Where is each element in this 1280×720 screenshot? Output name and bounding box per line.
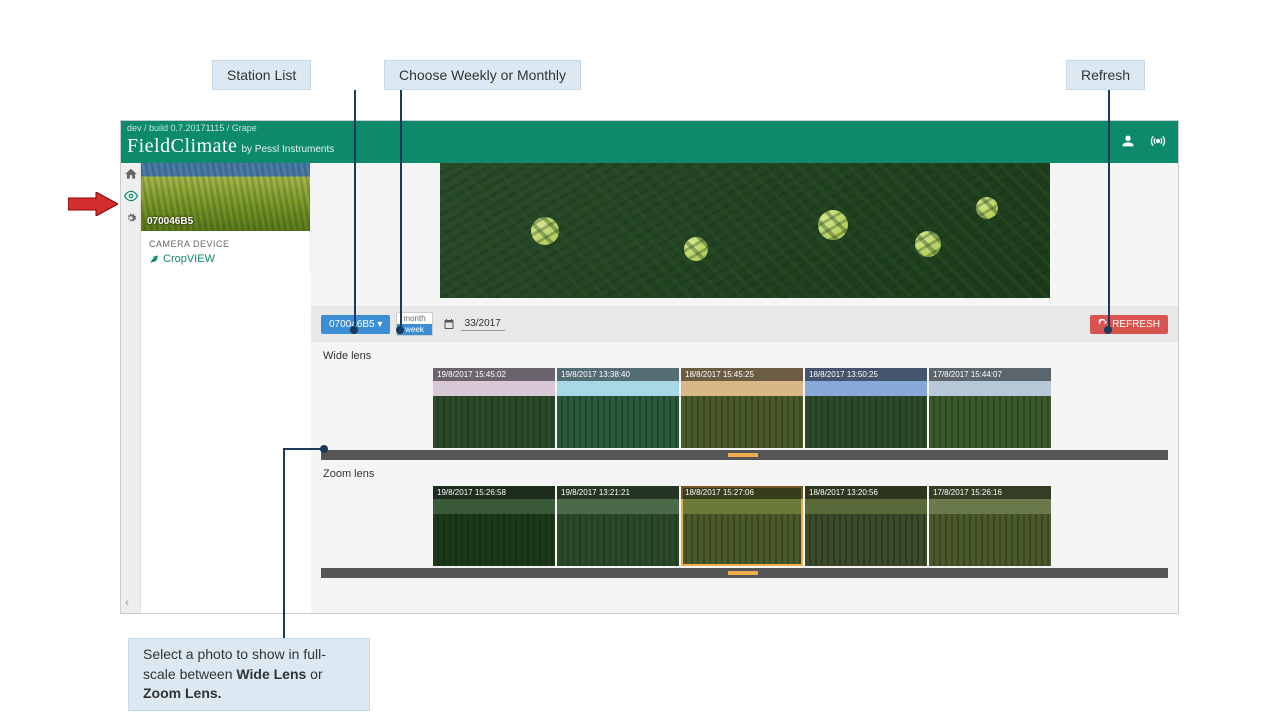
station-id-label: 070046B5 bbox=[147, 216, 193, 227]
breadcrumb: dev / build 0.7.20171115 / Grape bbox=[121, 121, 1178, 135]
station-hero-image[interactable]: 070046B5 bbox=[141, 163, 310, 231]
zoom-thumb-row: 19/8/2017 15:26:5819/8/2017 13:21:2118/8… bbox=[321, 486, 1168, 566]
main-content: 070046B5 ▾ month week 33/2017 REFRESH Wi… bbox=[311, 163, 1178, 613]
callout-line bbox=[400, 90, 402, 326]
photo-thumb[interactable]: 19/8/2017 15:26:58 bbox=[433, 486, 555, 566]
eye-icon[interactable] bbox=[124, 189, 138, 203]
app-window: dev / build 0.7.20171115 / Grape FieldCl… bbox=[120, 120, 1179, 614]
thumb-timestamp: 18/8/2017 13:20:56 bbox=[805, 486, 927, 499]
callout-dot bbox=[350, 326, 358, 334]
wide-scrollbar[interactable] bbox=[321, 450, 1168, 460]
user-icon[interactable] bbox=[1120, 133, 1136, 149]
thumb-timestamp: 19/8/2017 13:21:21 bbox=[557, 486, 679, 499]
photo-thumb[interactable]: 18/8/2017 15:45:25 bbox=[681, 368, 803, 448]
toggle-month[interactable]: month bbox=[397, 313, 431, 324]
callout-refresh: Refresh bbox=[1066, 60, 1145, 90]
callout-period: Choose Weekly or Monthly bbox=[384, 60, 581, 90]
callout-bold: Zoom Lens. bbox=[143, 685, 222, 701]
photo-thumb[interactable]: 19/8/2017 15:45:02 bbox=[433, 368, 555, 448]
callout-station-list: Station List bbox=[212, 60, 311, 90]
header-bar: dev / build 0.7.20171115 / Grape FieldCl… bbox=[121, 121, 1178, 163]
wide-lens-section: Wide lens 19/8/2017 15:45:0219/8/2017 13… bbox=[311, 342, 1178, 460]
station-panel: 070046B5 CAMERA DEVICE CropVIEW bbox=[141, 163, 311, 273]
callout-select-photo: Select a photo to show in full-scale bet… bbox=[128, 638, 370, 711]
photo-thumb[interactable]: 18/8/2017 13:20:56 bbox=[805, 486, 927, 566]
refresh-button[interactable]: REFRESH bbox=[1090, 315, 1168, 334]
leaf-icon bbox=[149, 254, 159, 264]
thumb-timestamp: 17/8/2017 15:44:07 bbox=[929, 368, 1051, 381]
main-photo[interactable] bbox=[440, 163, 1050, 298]
photo-thumb[interactable]: 19/8/2017 13:21:21 bbox=[557, 486, 679, 566]
left-sidebar: ‹ bbox=[121, 163, 141, 613]
thumb-timestamp: 19/8/2017 15:45:02 bbox=[433, 368, 555, 381]
red-arrow-icon bbox=[68, 192, 118, 216]
scrollbar-thumb[interactable] bbox=[728, 453, 758, 457]
app-logo: FieldClimate by Pessl Instruments bbox=[121, 135, 1178, 158]
thumb-timestamp: 17/8/2017 15:26:16 bbox=[929, 486, 1051, 499]
zoom-scrollbar[interactable] bbox=[321, 568, 1168, 578]
callout-bold: Wide Lens bbox=[236, 666, 306, 682]
logo-text: FieldClimate bbox=[127, 135, 237, 158]
thumb-timestamp: 19/8/2017 13:38:40 bbox=[557, 368, 679, 381]
photo-thumb[interactable]: 18/8/2017 15:27:06 bbox=[681, 486, 803, 566]
thumb-timestamp: 18/8/2017 15:27:06 bbox=[681, 486, 803, 499]
station-meta: CAMERA DEVICE CropVIEW bbox=[141, 231, 310, 273]
callout-text: or bbox=[306, 666, 322, 682]
thumb-timestamp: 18/8/2017 15:45:25 bbox=[681, 368, 803, 381]
callout-line bbox=[283, 448, 323, 450]
photo-thumb[interactable]: 18/8/2017 13:50:25 bbox=[805, 368, 927, 448]
callout-dot bbox=[320, 445, 328, 453]
callout-line bbox=[1108, 90, 1110, 326]
wide-thumb-row: 19/8/2017 15:45:0219/8/2017 13:38:4018/8… bbox=[321, 368, 1168, 448]
home-icon[interactable] bbox=[124, 167, 138, 181]
collapse-sidebar-button[interactable]: ‹ bbox=[125, 595, 129, 609]
callout-line bbox=[283, 448, 285, 638]
logo-subtitle: by Pessl Instruments bbox=[241, 144, 334, 155]
zoom-lens-section: Zoom lens 19/8/2017 15:26:5819/8/2017 13… bbox=[311, 460, 1178, 578]
wide-lens-title: Wide lens bbox=[321, 350, 1168, 362]
zoom-lens-title: Zoom lens bbox=[321, 468, 1168, 480]
calendar-icon[interactable] bbox=[443, 318, 455, 330]
camera-device-label: CAMERA DEVICE bbox=[149, 239, 302, 249]
header-actions bbox=[1120, 133, 1166, 149]
callout-line bbox=[354, 90, 356, 326]
callout-dot bbox=[1104, 326, 1112, 334]
thumb-timestamp: 19/8/2017 15:26:58 bbox=[433, 486, 555, 499]
date-input[interactable]: 33/2017 bbox=[461, 318, 505, 331]
toolbar: 070046B5 ▾ month week 33/2017 REFRESH bbox=[311, 306, 1178, 342]
refresh-label: REFRESH bbox=[1112, 319, 1160, 330]
gear-icon[interactable] bbox=[124, 211, 138, 225]
thumb-timestamp: 18/8/2017 13:50:25 bbox=[805, 368, 927, 381]
callout-dot bbox=[396, 326, 404, 334]
cropview-link[interactable]: CropVIEW bbox=[149, 253, 302, 265]
photo-thumb[interactable]: 17/8/2017 15:44:07 bbox=[929, 368, 1051, 448]
scrollbar-thumb[interactable] bbox=[728, 571, 758, 575]
broadcast-icon[interactable] bbox=[1150, 133, 1166, 149]
photo-thumb[interactable]: 17/8/2017 15:26:16 bbox=[929, 486, 1051, 566]
photo-thumb[interactable]: 19/8/2017 13:38:40 bbox=[557, 368, 679, 448]
cropview-text: CropVIEW bbox=[163, 253, 215, 265]
